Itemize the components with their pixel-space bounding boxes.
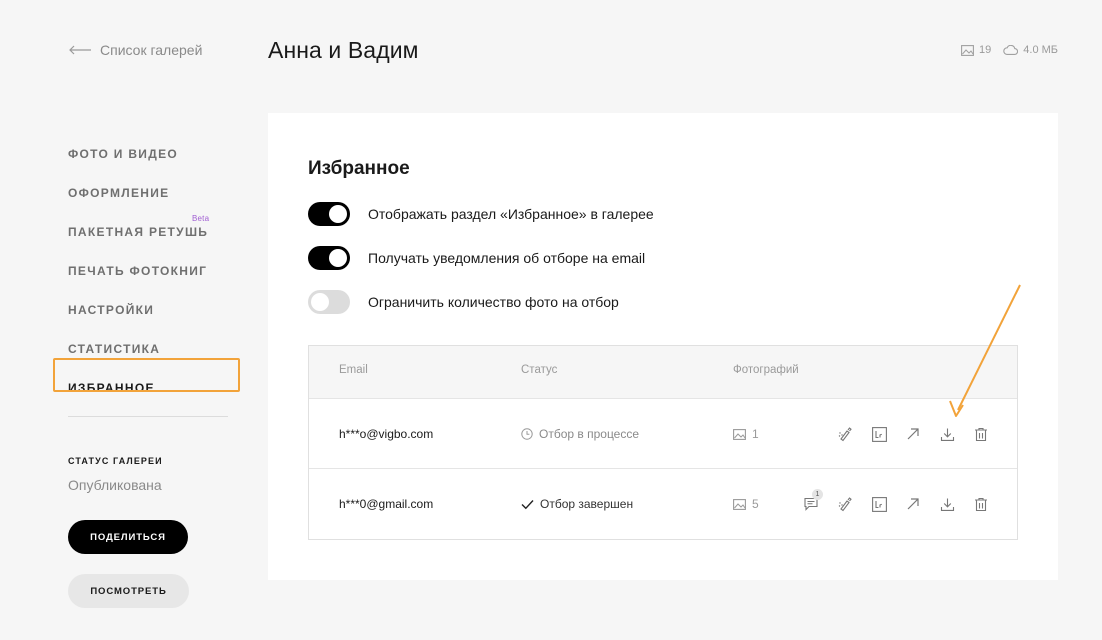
sidebar-divider <box>68 416 228 417</box>
table-row: h***o@vigbo.com Отбор в процессе 1 <box>309 398 1017 468</box>
limit-photos-setting: Ограничить количество фото на отбор <box>308 290 619 314</box>
sidebar-item-label: Фото и видео <box>68 146 179 161</box>
trash-icon <box>975 497 987 511</box>
gallery-stats: 19 4.0 МБ <box>961 44 1058 56</box>
favorites-panel: Избранное Отображать раздел «Избранное» … <box>268 113 1058 580</box>
row-photo-count: 5 <box>752 497 759 511</box>
favorites-table: Email Статус Фотографий h***o@vigbo.com … <box>308 345 1018 540</box>
download-icon <box>940 428 954 441</box>
image-icon <box>733 498 746 510</box>
photo-count: 19 <box>979 44 992 56</box>
toggle-knob <box>329 249 347 267</box>
column-status: Статус <box>521 364 558 376</box>
sidebar-item-favorites[interactable]: Избранное <box>68 368 240 407</box>
sidebar-item-photobook-print[interactable]: Печать фотокниг <box>68 251 240 290</box>
back-to-galleries-link[interactable]: Список галерей <box>68 42 202 58</box>
favorites-title: Избранное <box>308 158 410 179</box>
row-email: h***o@vigbo.com <box>339 427 434 441</box>
gallery-status-value: Опубликована <box>68 477 162 493</box>
delete-button[interactable] <box>973 496 989 512</box>
storage-stat: 4.0 МБ <box>1003 44 1058 56</box>
row-status: Отбор в процессе <box>521 399 639 469</box>
sidebar-item-settings[interactable]: Настройки <box>68 290 240 329</box>
row-actions <box>837 399 989 469</box>
show-favorites-setting: Отображать раздел «Избранное» в галерее <box>308 202 654 226</box>
open-selection-button[interactable] <box>905 426 921 442</box>
lightroom-icon <box>871 496 887 512</box>
toggle-knob <box>311 293 329 311</box>
sidebar-item-label: Пакетная ретушь <box>68 224 209 239</box>
retouch-brush-icon <box>838 427 852 442</box>
storage-size: 4.0 МБ <box>1023 44 1058 56</box>
row-photo-count: 1 <box>752 427 759 441</box>
row-actions: 1 <box>803 469 989 539</box>
column-photos: Фотографий <box>733 364 799 376</box>
clock-icon <box>521 428 533 440</box>
photo-count-stat: 19 <box>961 44 991 56</box>
beta-badge: Beta <box>192 214 210 223</box>
share-button[interactable]: Поделиться <box>68 520 188 554</box>
limit-photos-toggle[interactable] <box>308 290 350 314</box>
cloud-icon <box>1003 45 1019 55</box>
toggle-knob <box>329 205 347 223</box>
retouch-button[interactable] <box>837 426 853 442</box>
arrow-left-icon <box>69 45 91 55</box>
table-header: Email Статус Фотографий <box>309 346 1017 398</box>
download-button[interactable] <box>939 496 955 512</box>
show-favorites-label: Отображать раздел «Избранное» в галерее <box>368 206 654 222</box>
download-button[interactable] <box>939 426 955 442</box>
delete-button[interactable] <box>973 426 989 442</box>
arrow-up-right-icon <box>907 428 919 440</box>
download-icon <box>940 498 954 511</box>
limit-photos-label: Ограничить количество фото на отбор <box>368 294 619 310</box>
row-photos: 5 <box>733 469 759 539</box>
back-link-label: Список галерей <box>100 42 203 58</box>
check-icon <box>521 499 534 509</box>
row-status-text: Отбор завершен <box>540 497 634 511</box>
row-status: Отбор завершен <box>521 469 633 539</box>
gallery-status-heading: СТАТУС ГАЛЕРЕИ <box>68 456 163 466</box>
open-selection-button[interactable] <box>905 496 921 512</box>
row-email: h***0@gmail.com <box>339 497 434 511</box>
comment-count-badge: 1 <box>812 489 823 500</box>
column-email: Email <box>339 364 368 376</box>
arrow-up-right-icon <box>907 498 919 510</box>
sidebar-nav: Фото и видео Оформление Пакетная ретушь B… <box>68 134 240 407</box>
image-icon <box>733 428 746 440</box>
sidebar-item-label: Статистика <box>68 341 161 356</box>
lightroom-export-button[interactable] <box>871 426 887 442</box>
row-photos: 1 <box>733 399 759 469</box>
sidebar-item-batch-retouch[interactable]: Пакетная ретушь Beta <box>68 212 240 251</box>
email-notify-label: Получать уведомления об отборе на email <box>368 250 646 266</box>
retouch-button[interactable] <box>837 496 853 512</box>
lightroom-export-button[interactable] <box>871 496 887 512</box>
image-icon <box>961 44 974 56</box>
page-title: Анна и Вадим <box>268 37 419 63</box>
sidebar-item-label: Избранное <box>68 380 155 395</box>
email-notify-toggle[interactable] <box>308 246 350 270</box>
sidebar-item-statistics[interactable]: Статистика <box>68 329 240 368</box>
email-notify-setting: Получать уведомления об отборе на email <box>308 246 645 270</box>
sidebar-item-photos-videos[interactable]: Фото и видео <box>68 134 240 173</box>
lightroom-icon <box>871 426 887 442</box>
row-status-text: Отбор в процессе <box>539 427 640 441</box>
retouch-brush-icon <box>838 497 852 512</box>
table-row: h***0@gmail.com Отбор завершен 5 1 <box>309 468 1017 538</box>
sidebar-item-label: Оформление <box>68 185 170 200</box>
sidebar-item-design[interactable]: Оформление <box>68 173 240 212</box>
sidebar-item-label: Печать фотокниг <box>68 263 208 278</box>
trash-icon <box>975 427 987 441</box>
view-button[interactable]: Посмотреть <box>68 574 189 608</box>
comments-button[interactable]: 1 <box>803 489 823 512</box>
sidebar-item-label: Настройки <box>68 302 155 317</box>
show-favorites-toggle[interactable] <box>308 202 350 226</box>
